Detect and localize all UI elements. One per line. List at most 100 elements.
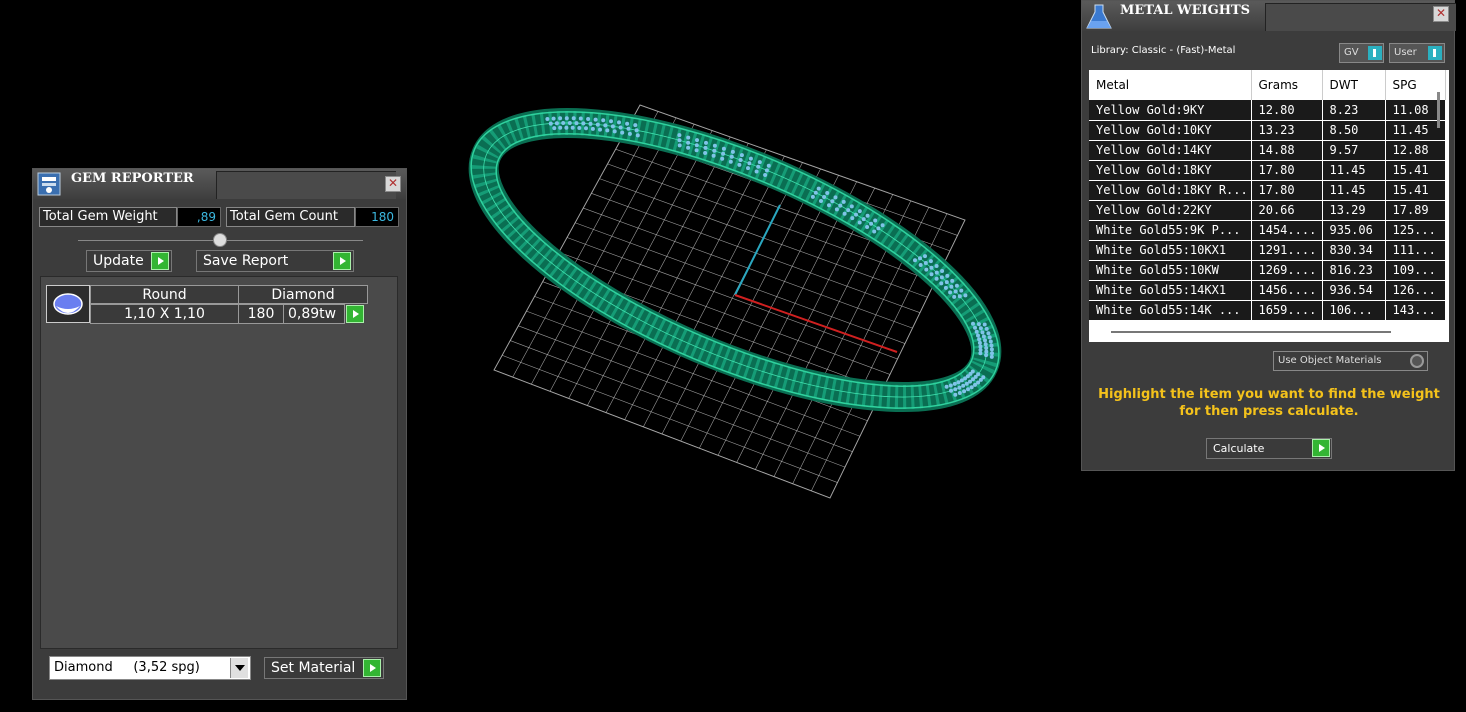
gem-stone [956, 380, 961, 385]
gem-stone [764, 168, 769, 173]
gem-stone [974, 329, 979, 334]
column-header[interactable]: DWT [1322, 70, 1386, 100]
save-report-button[interactable]: Save Report [196, 250, 354, 272]
table-cell: 9.57 [1322, 140, 1386, 161]
gem-stone [950, 278, 955, 283]
close-icon[interactable]: ✕ [385, 176, 401, 192]
gem-stone [825, 191, 830, 195]
table-cell: 11.08 [1385, 100, 1446, 121]
ring-model[interactable] [433, 51, 1038, 469]
metal-weights-titlebar[interactable]: METAL WEIGHTS ✕ [1082, 1, 1456, 31]
table-cell: 1269.... [1251, 260, 1323, 281]
table-cell: Yellow Gold:22KY [1089, 200, 1252, 221]
gem-stone [694, 148, 699, 153]
gem-stone [873, 218, 878, 223]
gem-stone [983, 338, 987, 343]
gem-stone [627, 131, 632, 136]
gem-stone [953, 392, 958, 397]
update-button[interactable]: Update [86, 250, 172, 272]
gem-stone [720, 156, 725, 161]
gem-stone [695, 138, 699, 143]
vertical-scrollbar[interactable] [1437, 92, 1440, 128]
table-cell: 11.45 [1322, 180, 1386, 201]
gem-stone [677, 143, 682, 148]
gem-stone [588, 121, 593, 126]
chevron-down-icon[interactable] [230, 658, 248, 678]
gem-stone [923, 254, 927, 259]
gem-stone [976, 333, 980, 338]
round-diamond-icon[interactable] [46, 285, 90, 323]
gem-stone [748, 156, 753, 161]
table-row[interactable]: Yellow Gold:14KY 14.88 9.57 12.88 [1089, 140, 1446, 161]
table-row[interactable]: Yellow Gold:18KY 17.80 11.45 15.41 [1089, 160, 1446, 181]
use-object-materials-label: Use Object Materials [1278, 355, 1382, 366]
use-object-materials-toggle[interactable]: Use Object Materials [1273, 351, 1428, 371]
table-row[interactable]: Yellow Gold:18KY R... 17.80 11.45 15.41 [1089, 180, 1446, 201]
gem-stone [590, 126, 595, 131]
grid-line [510, 340, 846, 468]
horizontal-scrollbar[interactable] [1111, 331, 1391, 333]
gem-stone [618, 125, 623, 130]
gem-stone [989, 343, 994, 348]
set-material-button[interactable]: Set Material [264, 657, 384, 679]
gem-stone [625, 121, 630, 126]
gem-stone [703, 151, 708, 155]
gem-stone [738, 158, 743, 162]
gem-stone [712, 143, 717, 148]
gem-stone [686, 135, 691, 140]
gem-stone [983, 342, 988, 347]
gem-reporter-titlebar[interactable]: GEM REPORTER ✕ [33, 169, 406, 199]
gem-stone [861, 217, 866, 222]
column-header[interactable]: Metal [1089, 70, 1252, 100]
table-cell: 17.89 [1385, 200, 1446, 221]
table-row[interactable]: White Gold55:9K P... 1454.... 935.06 125... [1089, 220, 1446, 241]
gem-stone [981, 334, 986, 339]
user-toggle[interactable]: User [1389, 43, 1445, 63]
gem-stone [605, 128, 610, 133]
gv-toggle[interactable]: GV [1339, 43, 1384, 63]
gem-stone [854, 212, 858, 217]
gem-stone [757, 160, 762, 165]
table-cell: 143... [1385, 300, 1446, 321]
table-row[interactable]: Yellow Gold:10KY 13.23 8.50 11.45 [1089, 120, 1446, 141]
gem-stone [944, 384, 949, 389]
splitter-handle[interactable] [213, 233, 227, 247]
column-header[interactable]: Grams [1251, 70, 1323, 100]
gem-detail-play-icon[interactable] [346, 305, 364, 323]
title-tab-spacer [216, 171, 396, 199]
gem-stone [603, 123, 608, 128]
gem-stone [728, 159, 733, 164]
table-row[interactable]: White Gold55:14KX1 1456.... 936.54 126... [1089, 280, 1446, 301]
gem-size-cell: 1,10 X 1,10 [90, 304, 239, 324]
column-header[interactable]: SPG [1385, 70, 1446, 100]
gem-stone [987, 335, 992, 340]
gem-stone [830, 199, 835, 204]
close-icon[interactable]: ✕ [1433, 6, 1449, 22]
gem-stone [940, 269, 945, 273]
gem-stone [948, 290, 953, 295]
table-row[interactable]: Yellow Gold:9KY 12.80 8.23 11.08 [1089, 100, 1446, 121]
table-cell: 125... [1385, 220, 1446, 241]
gem-stone [564, 125, 569, 130]
table-row[interactable]: White Gold55:10KX1 1291.... 830.34 111... [1089, 240, 1446, 261]
calculate-button[interactable]: Calculate [1206, 438, 1332, 459]
gem-stone [721, 146, 726, 151]
gem-stone [574, 121, 579, 126]
gem-stone [612, 129, 617, 134]
gem-stone [964, 381, 969, 386]
table-row[interactable]: Yellow Gold:22KY 20.66 13.29 17.89 [1089, 200, 1446, 221]
gem-stone [971, 321, 975, 326]
gem-stone [586, 117, 591, 121]
gem-stone [939, 275, 944, 280]
calculate-hint: Highlight the item you want to find the … [1098, 387, 1440, 419]
material-select[interactable]: Diamond (3,52 spg) [49, 656, 251, 680]
gem-stone [842, 211, 847, 216]
gem-stone [712, 148, 717, 153]
table-row[interactable]: White Gold55:10KW 1269.... 816.23 109... [1089, 260, 1446, 281]
table-cell: 14.88 [1251, 140, 1323, 161]
metal-table[interactable]: Metal Grams DWT SPG Yellow Gold:9KY 12.80 8.2… [1089, 70, 1449, 342]
table-row[interactable]: White Gold55:14K ... 1659.... 106... 143... [1089, 300, 1446, 321]
table-cell: 17.80 [1251, 180, 1323, 201]
gem-stone [816, 186, 821, 191]
gem-stone [694, 143, 699, 148]
